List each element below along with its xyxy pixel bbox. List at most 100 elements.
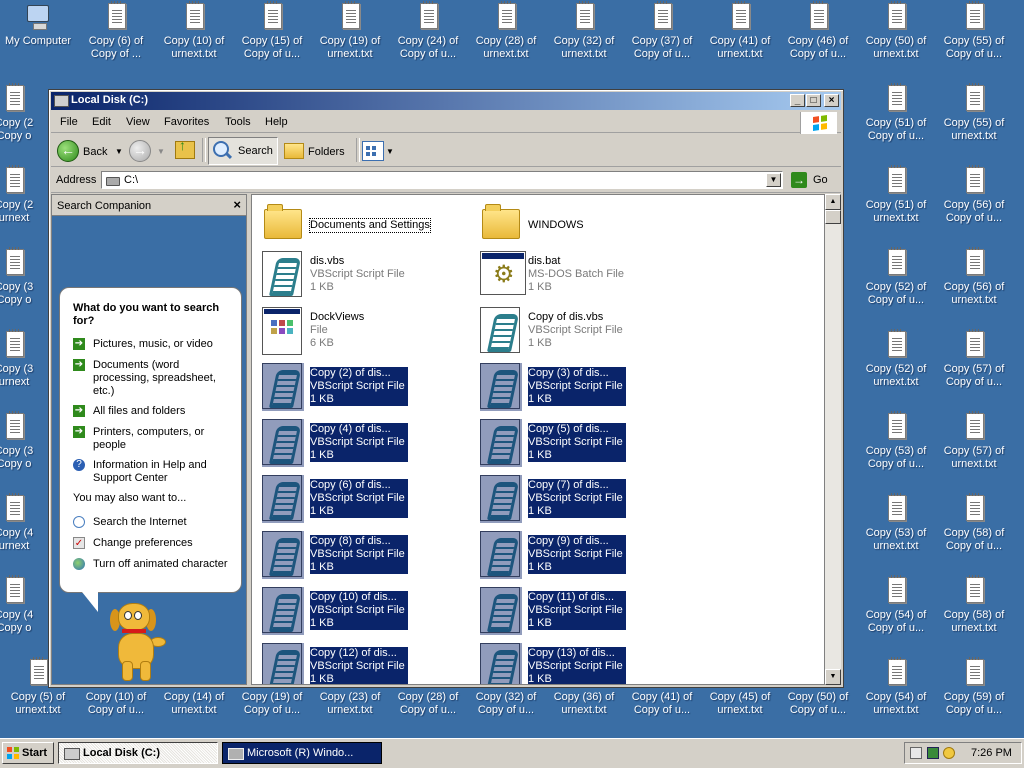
desktop-file-icon[interactable]: Copy (4Copy o (0, 574, 52, 635)
desktop-file-icon[interactable]: Copy (53) of urnext.txt (858, 492, 934, 553)
file-item[interactable]: Copy (7) of dis... VBScript Script File 1 … (480, 475, 690, 527)
chevron-down-icon[interactable]: ▼ (386, 147, 394, 156)
forward-button[interactable]: → ▼ (129, 137, 165, 163)
my-computer-desktop-icon[interactable]: My Computer (0, 0, 76, 48)
desktop-file-icon[interactable]: Copy (54) of urnext.txt (858, 656, 934, 717)
desktop-file-icon[interactable]: Copy (3Copy o (0, 246, 52, 307)
file-item[interactable]: Copy (13) of dis... VBScript Script File 1… (480, 643, 690, 684)
desktop-file-icon[interactable]: Copy (10) of urnext.txt (156, 0, 232, 61)
menu-view[interactable]: View (126, 116, 150, 128)
menu-favorites[interactable]: Favorites (164, 116, 209, 128)
desktop-file-icon[interactable]: Copy (57) of Copy of u... (936, 328, 1012, 389)
scroll-thumb[interactable] (825, 210, 841, 224)
folders-button[interactable]: Folders (282, 137, 350, 163)
file-item[interactable]: dis.vbs VBScript Script File 1 KB (262, 251, 472, 303)
views-button[interactable]: ▼ (362, 137, 396, 163)
close-button[interactable]: × (824, 94, 839, 107)
maximize-button[interactable]: □ (806, 94, 821, 107)
desktop-file-icon[interactable]: Copy (58) of Copy of u... (936, 492, 1012, 553)
desktop-file-icon[interactable]: Copy (6) of Copy of ... (78, 0, 154, 61)
desktop-icon-label: Copy (46) of (787, 35, 849, 47)
desktop-file-icon[interactable]: Copy (51) of urnext.txt (858, 164, 934, 225)
keyboard-icon[interactable] (910, 747, 922, 759)
address-input[interactable]: C:\ ▼ (101, 171, 783, 189)
desktop-file-icon[interactable]: Copy (2Copy o (0, 82, 52, 143)
desktop-file-icon[interactable]: Copy (57) of urnext.txt (936, 410, 1012, 471)
file-item[interactable]: Copy (11) of dis... VBScript Script File 1… (480, 587, 690, 639)
up-folder-button[interactable]: ↑ (173, 137, 197, 163)
chevron-down-icon[interactable]: ▼ (157, 147, 165, 156)
close-icon[interactable]: × (233, 197, 241, 212)
desktop-file-icon[interactable]: Copy (3Copy o (0, 410, 52, 471)
minimize-button[interactable]: _ (790, 94, 805, 107)
menu-tools[interactable]: Tools (225, 116, 251, 128)
desktop-file-icon[interactable]: Copy (3urnext (0, 328, 52, 389)
desktop-file-icon[interactable]: Copy (41) of urnext.txt (702, 0, 778, 61)
desktop-icon-label: Copy (56) of (943, 199, 1005, 211)
menu-file[interactable]: File (60, 116, 78, 128)
address-dropdown-button[interactable]: ▼ (766, 173, 781, 187)
messenger-icon[interactable] (943, 747, 955, 759)
desktop-file-icon[interactable]: Copy (2urnext (0, 164, 52, 225)
menu-help[interactable]: Help (265, 116, 288, 128)
menu-edit[interactable]: Edit (92, 116, 111, 128)
chevron-down-icon[interactable]: ▼ (115, 147, 123, 156)
file-item[interactable]: Copy (10) of dis... VBScript Script File 1… (262, 587, 472, 639)
search-bubble: What do you want to search for? ➔ Pictur… (59, 287, 242, 612)
desktop-file-icon[interactable]: Copy (46) of Copy of u... (780, 0, 856, 61)
file-item[interactable]: Copy (9) of dis... VBScript Script File 1 … (480, 531, 690, 583)
start-button[interactable]: Start (2, 742, 54, 764)
taskbar-item-local-disk[interactable]: Local Disk (C:) (58, 742, 218, 764)
clock[interactable]: 7:26 PM (971, 747, 1012, 759)
text-document-icon (186, 1, 204, 29)
file-item[interactable]: WINDOWS (480, 201, 690, 253)
file-item[interactable]: Copy (6) of dis... VBScript Script File 1 … (262, 475, 472, 527)
desktop-file-icon[interactable]: Copy (4urnext (0, 492, 52, 553)
desktop-icon-label: Copy (55) of (943, 35, 1005, 47)
desktop-file-icon[interactable]: Copy (50) of urnext.txt (858, 0, 934, 61)
desktop-file-icon[interactable]: Copy (56) of Copy of u... (936, 164, 1012, 225)
desktop-file-icon[interactable]: Copy (28) of urnext.txt (468, 0, 544, 61)
window-titlebar[interactable]: Local Disk (C:) _ □ × (51, 92, 841, 110)
file-item[interactable]: Copy (4) of dis... VBScript Script File 1 … (262, 419, 472, 471)
file-item[interactable]: Copy (3) of dis... VBScript Script File 1 … (480, 363, 690, 415)
desktop-file-icon[interactable]: Copy (53) of Copy of u... (858, 410, 934, 471)
file-item[interactable]: Copy of dis.vbs VBScript Script File 1 KB (480, 307, 690, 359)
search-dog-character[interactable] (104, 603, 174, 683)
desktop-icon-label: Copy (51) of (865, 199, 927, 211)
desktop-file-icon[interactable]: Copy (19) of urnext.txt (312, 0, 388, 61)
desktop-file-icon[interactable]: Copy (32) of urnext.txt (546, 0, 622, 61)
file-item[interactable]: Copy (8) of dis... VBScript Script File 1 … (262, 531, 472, 583)
go-button[interactable]: → Go (791, 171, 831, 189)
vertical-scrollbar[interactable]: ▲ ▼ (825, 194, 841, 685)
file-item[interactable]: Copy (2) of dis... VBScript Script File 1 … (262, 363, 472, 415)
scroll-up-button[interactable]: ▲ (825, 194, 841, 210)
desktop-file-icon[interactable]: Copy (54) of Copy of u... (858, 574, 934, 635)
desktop-file-icon[interactable]: Copy (52) of Copy of u... (858, 246, 934, 307)
desktop-file-icon[interactable]: Copy (56) of urnext.txt (936, 246, 1012, 307)
back-button[interactable]: ← Back ▼ (57, 137, 123, 163)
desktop-icon-label: Copy of u... (633, 48, 691, 60)
desktop-file-icon[interactable]: Copy (51) of Copy of u... (858, 82, 934, 143)
desktop-file-icon[interactable]: Copy (55) of urnext.txt (936, 82, 1012, 143)
network-icon[interactable] (927, 747, 939, 759)
file-item[interactable]: DockViews File 6 KB (262, 307, 472, 359)
search-button[interactable]: Search (208, 137, 278, 165)
desktop-icon-label: Copy (23) of (319, 691, 381, 703)
desktop-icon-label: urnext.txt (15, 704, 61, 716)
taskbar-item-windows-script[interactable]: Microsoft (R) Windo... (222, 742, 382, 764)
desktop-file-icon[interactable]: Copy (37) of Copy of u... (624, 0, 700, 61)
desktop-file-icon[interactable]: Copy (24) of Copy of u... (390, 0, 466, 61)
desktop-file-icon[interactable]: Copy (52) of urnext.txt (858, 328, 934, 389)
file-item[interactable]: Copy (12) of dis... VBScript Script File 1… (262, 643, 472, 684)
desktop-file-icon[interactable]: Copy (59) of Copy of u... (936, 656, 1012, 717)
text-document-icon (498, 1, 516, 29)
desktop-file-icon[interactable]: Copy (15) of Copy of u... (234, 0, 310, 61)
desktop-file-icon[interactable]: Copy (58) of urnext.txt (936, 574, 1012, 635)
file-item[interactable]: dis.batMS-DOS Batch File1 KB (480, 251, 690, 303)
file-item[interactable]: Documents and Settings (262, 201, 472, 253)
desktop-file-icon[interactable]: Copy (55) of Copy of u... (936, 0, 1012, 61)
file-size: 1 KB (528, 337, 552, 349)
scroll-down-button[interactable]: ▼ (825, 669, 841, 685)
file-item[interactable]: Copy (5) of dis... VBScript Script File 1 … (480, 419, 690, 471)
